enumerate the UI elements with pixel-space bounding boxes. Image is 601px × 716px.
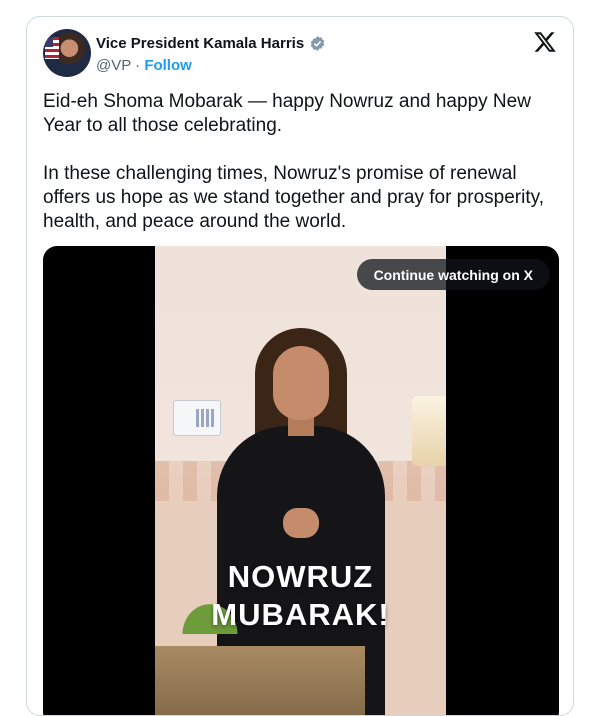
lamp [412, 396, 446, 466]
video-overlay-title: NOWRUZ [227, 559, 374, 594]
tweet-text: Eid-eh Shoma Mobarak — happy Nowruz and … [43, 90, 559, 258]
speaker-hands [283, 508, 319, 538]
follow-button[interactable]: Follow [144, 57, 192, 74]
video-overlay-subtitle: MUBARAK! [211, 597, 390, 632]
author-handle[interactable]: @VP [96, 57, 131, 74]
author-handle-row: @VP · Follow [96, 57, 192, 74]
separator-dot: · [135, 57, 141, 74]
speaker-face [273, 346, 329, 420]
author-name-row: Vice President Kamala Harris [96, 35, 326, 52]
author-name[interactable]: Vice President Kamala Harris [96, 35, 304, 52]
video-player[interactable]: NOWRUZ MUBARAK! Continue watching on X [43, 246, 559, 715]
avatar[interactable] [43, 29, 91, 77]
flag-graphic [45, 37, 59, 59]
x-logo-icon[interactable] [533, 30, 557, 54]
tweet-card[interactable]: Vice President Kamala Harris @VP · Follo… [26, 16, 574, 716]
verified-badge-icon [310, 36, 325, 51]
video-frame: NOWRUZ MUBARAK! [155, 246, 446, 715]
tweet-paragraph: Eid-eh Shoma Mobarak — happy Nowruz and … [43, 91, 531, 136]
tweet-paragraph: In these challenging times, Nowruz's pro… [43, 163, 544, 232]
haft-sin-table [155, 646, 365, 715]
continue-watching-button[interactable]: Continue watching on X [356, 259, 550, 290]
wall-keypad [173, 400, 221, 436]
